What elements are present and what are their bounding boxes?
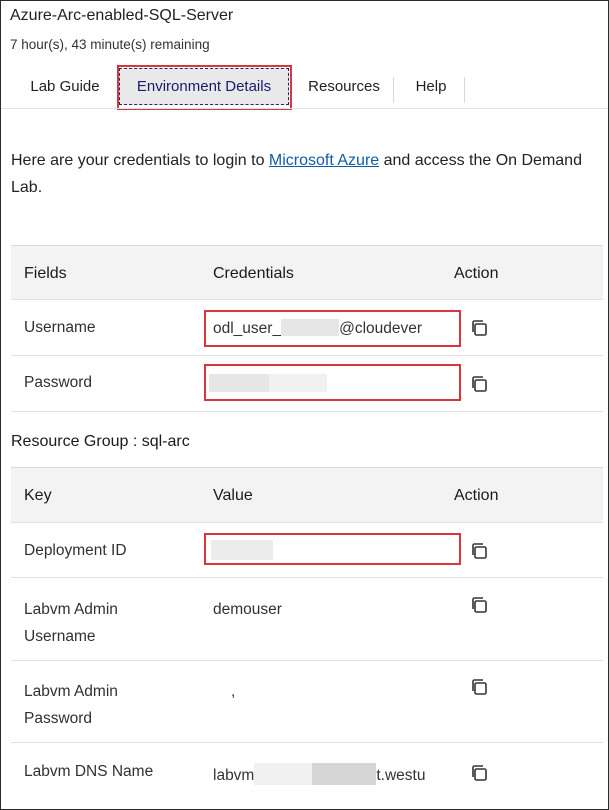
header-key: Key — [24, 487, 52, 504]
field-password: Password — [24, 374, 93, 391]
username-suffix: @cloudever — [339, 320, 423, 337]
dns-name-value[interactable]: labvm t.westu — [213, 763, 453, 785]
header-value: Value — [213, 487, 253, 504]
tab-resources[interactable]: Resources — [299, 67, 389, 105]
username-value[interactable]: odl_user_ @cloudever — [213, 319, 458, 338]
redacted-mask — [312, 763, 377, 785]
key-deployment-id: Deployment ID — [24, 542, 127, 559]
key-labvm-dns-name: Labvm DNS Name — [24, 763, 154, 780]
header-action: Action — [454, 265, 499, 282]
admin-password-value[interactable]: , — [231, 678, 235, 705]
tab-environment-details[interactable]: Environment Details — [119, 68, 289, 105]
resource-table: Key Value Action Deployment ID Labvm Adm… — [11, 467, 603, 803]
copy-icon[interactable] — [469, 763, 489, 783]
redacted-mask — [269, 374, 327, 392]
username-prefix: odl_user_ — [213, 320, 282, 337]
table-row: Deployment ID — [11, 523, 603, 578]
copy-icon[interactable] — [469, 541, 489, 561]
table-row: Labvm Admin Password , — [11, 661, 603, 743]
header-credentials: Credentials — [213, 265, 294, 282]
tab-lab-guide[interactable]: Lab Guide — [19, 67, 111, 105]
redacted-mask — [281, 319, 340, 336]
copy-icon[interactable] — [469, 374, 489, 394]
time-remaining: 7 hour(s), 43 minute(s) remaining — [10, 37, 210, 52]
key-labvm-admin-username: Labvm Admin Username — [24, 601, 118, 645]
lab-title: Azure-Arc-enabled-SQL-Server — [10, 7, 234, 24]
dns-suffix: t.westu — [376, 767, 426, 784]
tab-help[interactable]: Help — [397, 67, 465, 105]
field-username: Username — [24, 319, 96, 336]
copy-icon[interactable] — [469, 677, 489, 697]
redacted-mask — [211, 540, 273, 560]
admin-username-value[interactable]: demouser — [213, 596, 282, 623]
resource-group-label: Resource Group : sql-arc — [11, 433, 190, 450]
tabs-divider — [1, 108, 608, 109]
tab-divider — [393, 77, 394, 103]
copy-icon[interactable] — [469, 318, 489, 338]
lab-panel: Azure-Arc-enabled-SQL-Server 7 hour(s), … — [0, 0, 609, 810]
microsoft-azure-link[interactable]: Microsoft Azure — [269, 152, 379, 169]
table-row: Username odl_user_ @cloudever — [11, 300, 603, 356]
redacted-mask — [254, 763, 313, 785]
table-row: Labvm DNS Name labvm t.westu — [11, 743, 603, 803]
dns-prefix: labvm — [213, 767, 255, 784]
intro-before: Here are your credentials to login to — [11, 152, 269, 169]
copy-icon[interactable] — [469, 595, 489, 615]
redacted-mask — [209, 374, 269, 392]
table-header-row: Fields Credentials Action — [11, 245, 603, 300]
tab-bar: Lab Guide Environment Details Resources … — [11, 67, 601, 109]
table-row: Labvm Admin Username demouser — [11, 578, 603, 661]
header-fields: Fields — [24, 265, 67, 282]
intro-text: Here are your credentials to login to Mi… — [11, 147, 596, 201]
table-row: Password — [11, 356, 603, 412]
credentials-table: Fields Credentials Action Username odl_u… — [11, 245, 603, 412]
key-labvm-admin-password: Labvm Admin Password — [24, 683, 118, 727]
table-header-row: Key Value Action — [11, 467, 603, 523]
tab-divider — [464, 77, 465, 103]
header-action: Action — [454, 487, 499, 504]
